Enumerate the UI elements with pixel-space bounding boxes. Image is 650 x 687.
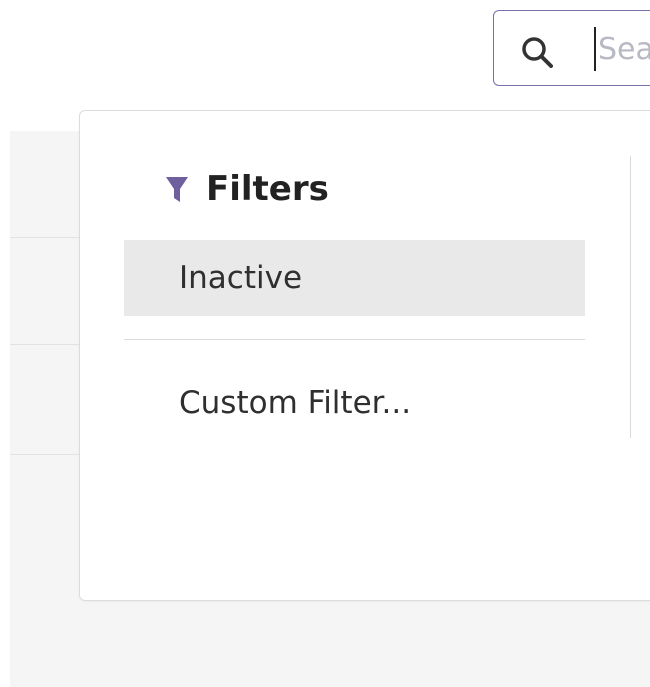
search-icon[interactable]	[520, 35, 554, 69]
row-divider	[10, 344, 80, 345]
filters-title: Filters	[206, 169, 329, 209]
filter-item-label: Inactive	[179, 260, 303, 296]
search-box[interactable]	[493, 10, 650, 86]
row-divider	[10, 237, 80, 238]
funnel-icon	[166, 177, 188, 202]
filters-header: Filters	[166, 169, 329, 209]
column-separator	[630, 156, 631, 438]
filter-item-inactive[interactable]: Inactive	[124, 240, 585, 316]
menu-divider	[124, 339, 585, 340]
filters-dropdown: Filters Inactive Custom Filter...	[79, 110, 650, 601]
filter-item-custom-filter[interactable]: Custom Filter...	[124, 365, 585, 441]
filter-item-label: Custom Filter...	[179, 385, 412, 421]
search-input[interactable]	[594, 27, 650, 71]
row-divider	[10, 454, 80, 455]
